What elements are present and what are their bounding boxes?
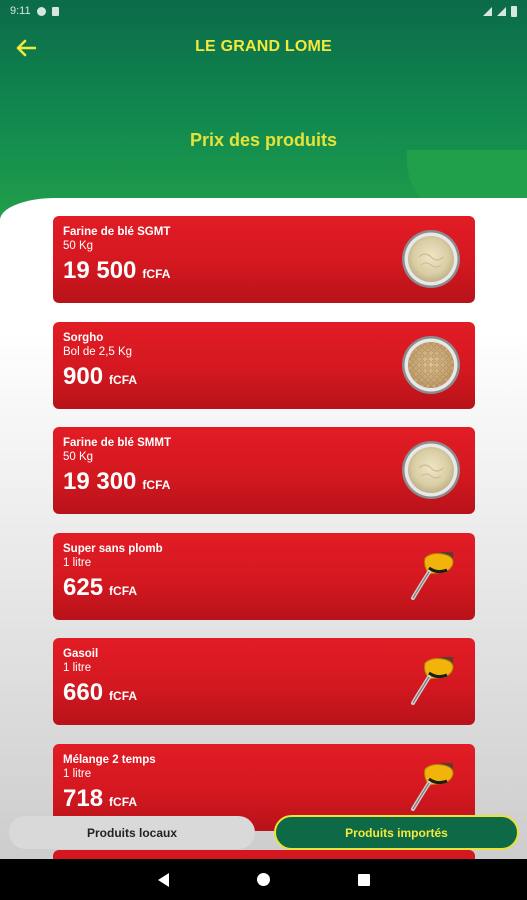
app-screen: 9:11 LE GRAND LOME Prix des produits Far… [0, 0, 527, 900]
product-card[interactable]: Gasoil 1 litre 660 fCFA [53, 638, 475, 725]
product-card[interactable]: Farine de blé SMMT 50 Kg 19 300 fCFA [53, 427, 475, 514]
signal-icon [497, 6, 506, 16]
product-tabs: Produits locaux Produits importés [9, 814, 520, 850]
product-list: Farine de blé SGMT 50 Kg 19 500 fCFA Sor… [53, 216, 475, 849]
tab-produits-locaux[interactable]: Produits locaux [9, 816, 255, 849]
price-currency: fCFA [109, 372, 138, 387]
flour-bowl-icon [402, 441, 460, 499]
sd-card-icon [51, 6, 59, 16]
fuel-nozzle-icon [411, 551, 454, 600]
page-title: Prix des produits [189, 130, 338, 150]
price-value: 718 [63, 784, 104, 812]
price-currency: fCFA [109, 794, 138, 809]
fuel-nozzle-icon [411, 762, 454, 811]
price-currency: fCFA [109, 583, 138, 598]
recents-square-icon[interactable] [357, 873, 370, 886]
flour-bowl-icon [402, 230, 460, 288]
battery-icon [511, 5, 517, 17]
price-value: 19 500 [63, 257, 137, 284]
price-currency: fCFA [109, 689, 138, 703]
settings-icon [36, 6, 46, 16]
price-value: 19 300 [63, 468, 137, 495]
status-bar: 9:11 [0, 0, 527, 22]
price-value: 660 [63, 679, 104, 706]
price-currency: fCFA [142, 478, 171, 492]
status-time: 9:11 [10, 5, 31, 17]
price-value: 625 [63, 573, 104, 601]
product-card[interactable]: Super sans plomb 1 litre 625 fCFA [53, 532, 475, 620]
back-triangle-icon[interactable] [157, 872, 169, 887]
price-value: 900 [63, 362, 104, 390]
product-card[interactable]: Farine de blé SGMT 50 Kg 19 500 fCFA [53, 216, 475, 303]
sorghum-bowl-icon [402, 335, 460, 394]
tab-produits-importes[interactable]: Produits importés [274, 815, 519, 850]
home-circle-icon[interactable] [256, 873, 270, 886]
product-card[interactable]: Sorgho Bol de 2,5 Kg 900 fCFA [53, 321, 475, 409]
fuel-nozzle-icon [411, 657, 454, 705]
app-title: LE GRAND LOME [195, 38, 332, 55]
wifi-icon [483, 6, 492, 16]
price-currency: fCFA [142, 267, 171, 281]
system-nav-bar [0, 859, 527, 900]
